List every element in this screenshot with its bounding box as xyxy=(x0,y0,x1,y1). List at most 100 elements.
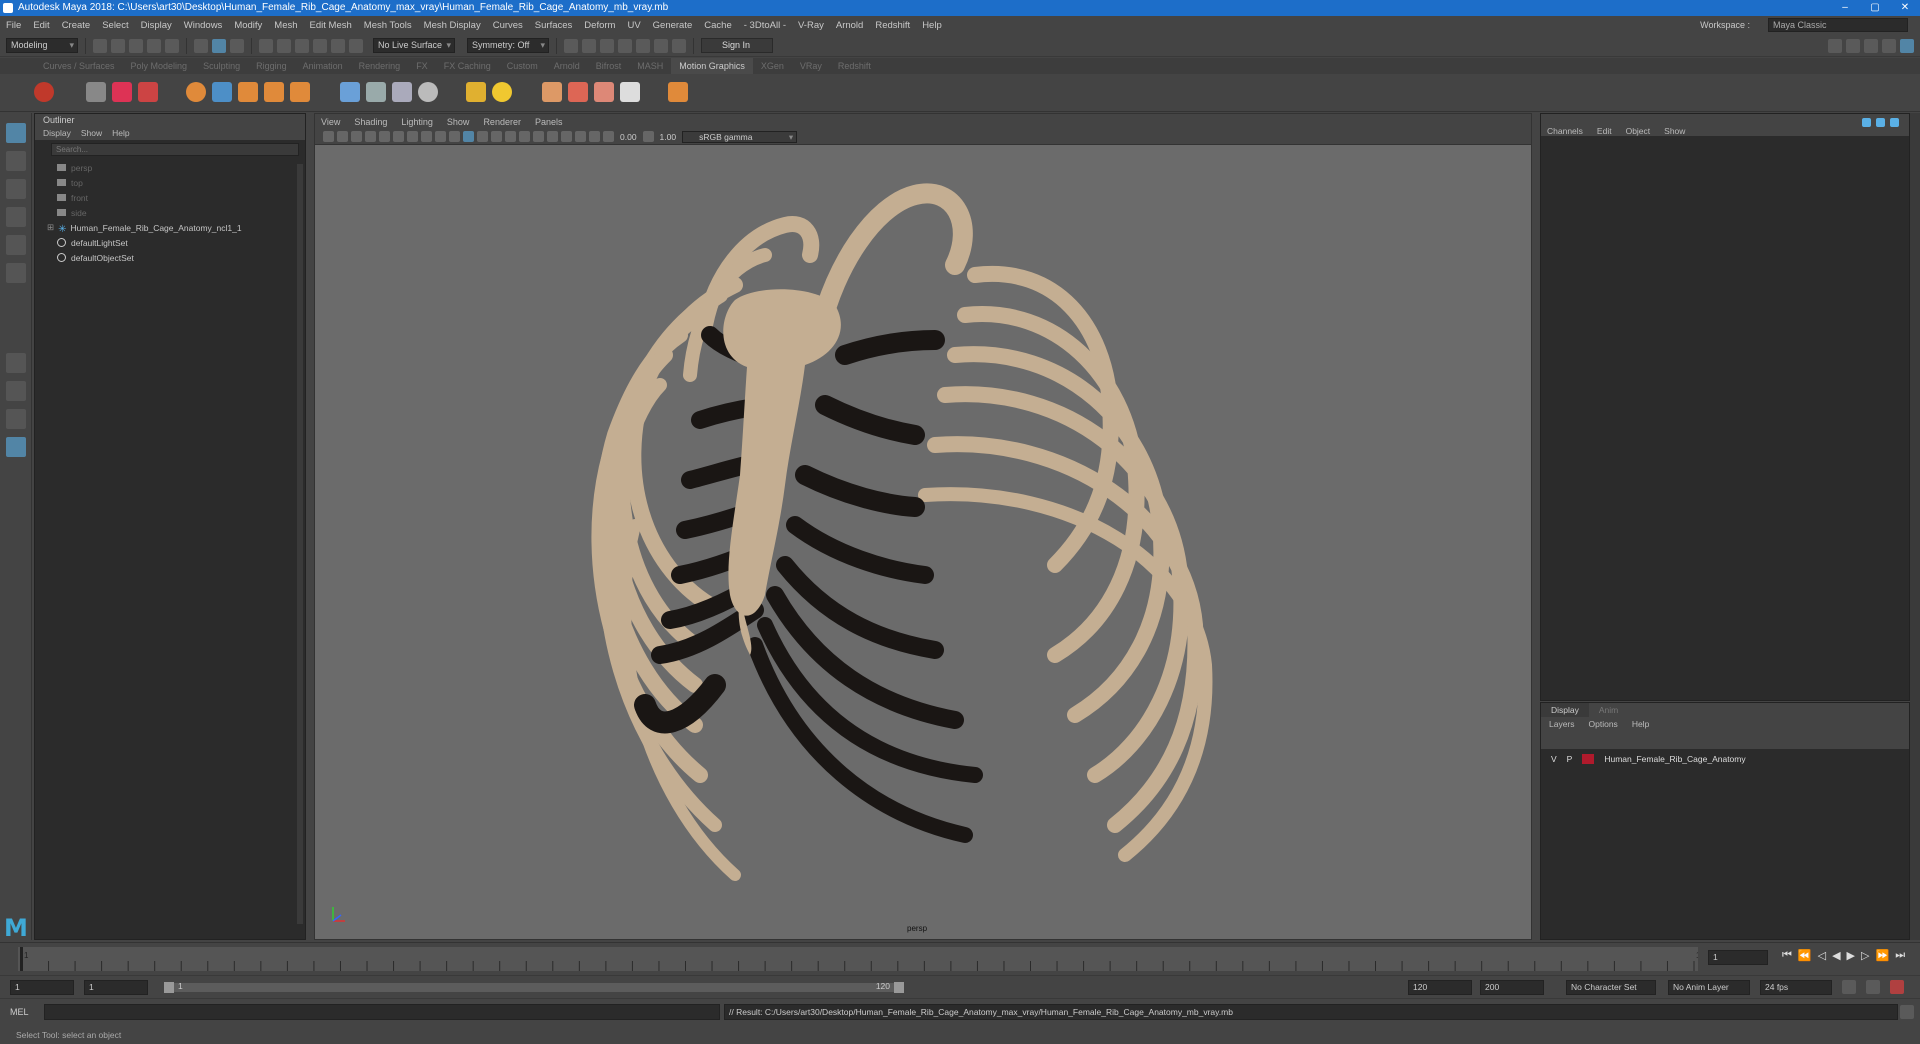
tab-display[interactable]: Display xyxy=(1541,703,1589,717)
select-tool-icon[interactable] xyxy=(6,123,26,143)
refresh-icon[interactable] xyxy=(418,82,438,102)
text-t-icon[interactable] xyxy=(238,82,258,102)
layer-color-swatch[interactable] xyxy=(1582,754,1595,764)
menu-select[interactable]: Select xyxy=(102,20,128,31)
layer-name[interactable]: Human_Female_Rib_Cage_Anatomy xyxy=(1604,754,1745,764)
current-frame-field[interactable]: 1 xyxy=(1708,950,1768,965)
shelf-tab-bifrost[interactable]: Bifrost xyxy=(588,61,630,71)
menu-deform[interactable]: Deform xyxy=(584,20,615,31)
default-material-icon[interactable] xyxy=(477,131,488,142)
menu-uv[interactable]: UV xyxy=(627,20,640,31)
lasso-tool-icon[interactable] xyxy=(6,151,26,171)
snap-surface-icon[interactable] xyxy=(331,38,345,53)
shelf-tab-xgen[interactable]: XGen xyxy=(753,61,792,71)
menu-mesh[interactable]: Mesh xyxy=(274,20,297,31)
gamma-value[interactable]: 1.00 xyxy=(660,132,677,142)
paint-icon[interactable] xyxy=(138,82,158,102)
mel-input[interactable] xyxy=(44,1004,720,1020)
outliner-menu-display[interactable]: Display xyxy=(43,128,71,138)
isolate-select-icon[interactable] xyxy=(575,131,586,142)
menu-modify[interactable]: Modify xyxy=(234,20,262,31)
outliner-menu-show[interactable]: Show xyxy=(81,128,102,138)
wireframe-icon[interactable] xyxy=(449,131,460,142)
list-icon[interactable] xyxy=(86,82,106,102)
gear-orange-icon[interactable] xyxy=(542,82,562,102)
select-component-icon[interactable] xyxy=(230,38,244,53)
shelf-tab-curves-surfaces[interactable]: Curves / Surfaces xyxy=(35,61,123,71)
live-surface-field[interactable]: No Live Surface xyxy=(373,38,455,53)
resolution-gate-icon[interactable] xyxy=(393,131,404,142)
step-forward-frame-icon[interactable]: ▷ xyxy=(1861,949,1869,962)
safe-action-icon[interactable] xyxy=(435,131,446,142)
fps-dropdown[interactable]: 24 fps xyxy=(1760,980,1832,995)
outliner-item-side[interactable]: side xyxy=(35,205,305,220)
motion-blur-icon[interactable] xyxy=(547,131,558,142)
layer-visibility-toggle[interactable]: V xyxy=(1551,754,1557,764)
save-scene-icon[interactable] xyxy=(129,38,143,53)
go-to-end-icon[interactable]: ⏭ xyxy=(1895,949,1905,962)
new-scene-icon[interactable] xyxy=(93,38,107,53)
rib-cage-model[interactable] xyxy=(315,145,1531,939)
layer-playback-toggle[interactable]: P xyxy=(1567,754,1573,764)
go-to-start-icon[interactable]: ⏮ xyxy=(1782,949,1792,962)
layout-toggle-icon[interactable] xyxy=(1900,39,1914,53)
character-set-dropdown[interactable]: No Character Set xyxy=(1566,980,1656,995)
textured-icon[interactable] xyxy=(491,131,502,142)
burst-icon[interactable] xyxy=(620,82,640,102)
outliner-search-input[interactable]: Search... xyxy=(51,143,299,156)
outliner-item-front[interactable]: front xyxy=(35,190,305,205)
maximize-button[interactable]: ▢ xyxy=(1860,0,1890,16)
menu-arnold[interactable]: Arnold xyxy=(836,20,863,31)
rotate-tool-icon[interactable] xyxy=(6,235,26,255)
channel-box-menu-edit[interactable]: Edit xyxy=(1597,126,1612,136)
use-lights-icon[interactable] xyxy=(505,131,516,142)
menu-3dtoall[interactable]: - 3DtoAll - xyxy=(744,20,786,31)
open-scene-icon[interactable] xyxy=(111,38,125,53)
render-frame-icon[interactable] xyxy=(582,38,596,53)
menu-curves[interactable]: Curves xyxy=(493,20,523,31)
layer-menu-help[interactable]: Help xyxy=(1632,719,1649,729)
anim-layer-dropdown[interactable]: No Anim Layer xyxy=(1668,980,1750,995)
play-backwards-icon[interactable]: ◀ xyxy=(1832,949,1840,962)
boot-icon[interactable] xyxy=(594,82,614,102)
channel-box-pin-icon[interactable] xyxy=(1862,118,1871,127)
snap-center-icon[interactable] xyxy=(349,38,363,53)
viewport-panel[interactable]: View Shading Lighting Show Renderer Pane… xyxy=(314,113,1532,940)
shelf-tab-motion-graphics[interactable]: Motion Graphics xyxy=(671,58,753,74)
minimize-button[interactable]: – xyxy=(1830,0,1860,16)
snap-grid-icon[interactable] xyxy=(259,38,273,53)
menu-redshift[interactable]: Redshift xyxy=(875,20,910,31)
animation-end-field[interactable]: 200 xyxy=(1480,980,1544,995)
menu-surfaces[interactable]: Surfaces xyxy=(535,20,573,31)
torus-icon[interactable] xyxy=(392,82,412,102)
select-object-icon[interactable] xyxy=(212,38,226,53)
shelf-tab-rendering[interactable]: Rendering xyxy=(351,61,409,71)
menu-create[interactable]: Create xyxy=(62,20,91,31)
anti-aliasing-icon[interactable] xyxy=(561,131,572,142)
camera-attributes-icon[interactable] xyxy=(323,131,334,142)
render-settings-icon[interactable] xyxy=(618,38,632,53)
ipr-render-icon[interactable] xyxy=(600,38,614,53)
four-view-icon[interactable] xyxy=(6,381,26,401)
menu-cache[interactable]: Cache xyxy=(704,20,731,31)
channel-box-menu-channels[interactable]: Channels xyxy=(1547,126,1583,136)
xray-icon[interactable] xyxy=(589,131,600,142)
menu-help[interactable]: Help xyxy=(922,20,942,31)
shelf-tab-arnold[interactable]: Arnold xyxy=(546,61,588,71)
two-view-icon[interactable] xyxy=(6,409,26,429)
brush-icon[interactable] xyxy=(340,82,360,102)
menu-vray[interactable]: V-Ray xyxy=(798,20,824,31)
mel-label[interactable]: MEL xyxy=(10,1007,29,1017)
outliner-item-top[interactable]: top xyxy=(35,175,305,190)
shirt-icon[interactable] xyxy=(568,82,588,102)
ambient-occlusion-icon[interactable] xyxy=(533,131,544,142)
field-chart-icon[interactable] xyxy=(421,131,432,142)
channel-box-menu-object[interactable]: Object xyxy=(1626,126,1651,136)
snap-plane-icon[interactable] xyxy=(313,38,327,53)
step-back-key-icon[interactable]: ⏪ xyxy=(1798,949,1812,962)
menu-windows[interactable]: Windows xyxy=(184,20,223,31)
playback-end-field[interactable]: 120 xyxy=(1408,980,1472,995)
outliner-layout-icon[interactable] xyxy=(6,437,26,457)
viewport-menu-panels[interactable]: Panels xyxy=(535,117,563,127)
channel-box-settings-icon[interactable] xyxy=(1876,118,1885,127)
